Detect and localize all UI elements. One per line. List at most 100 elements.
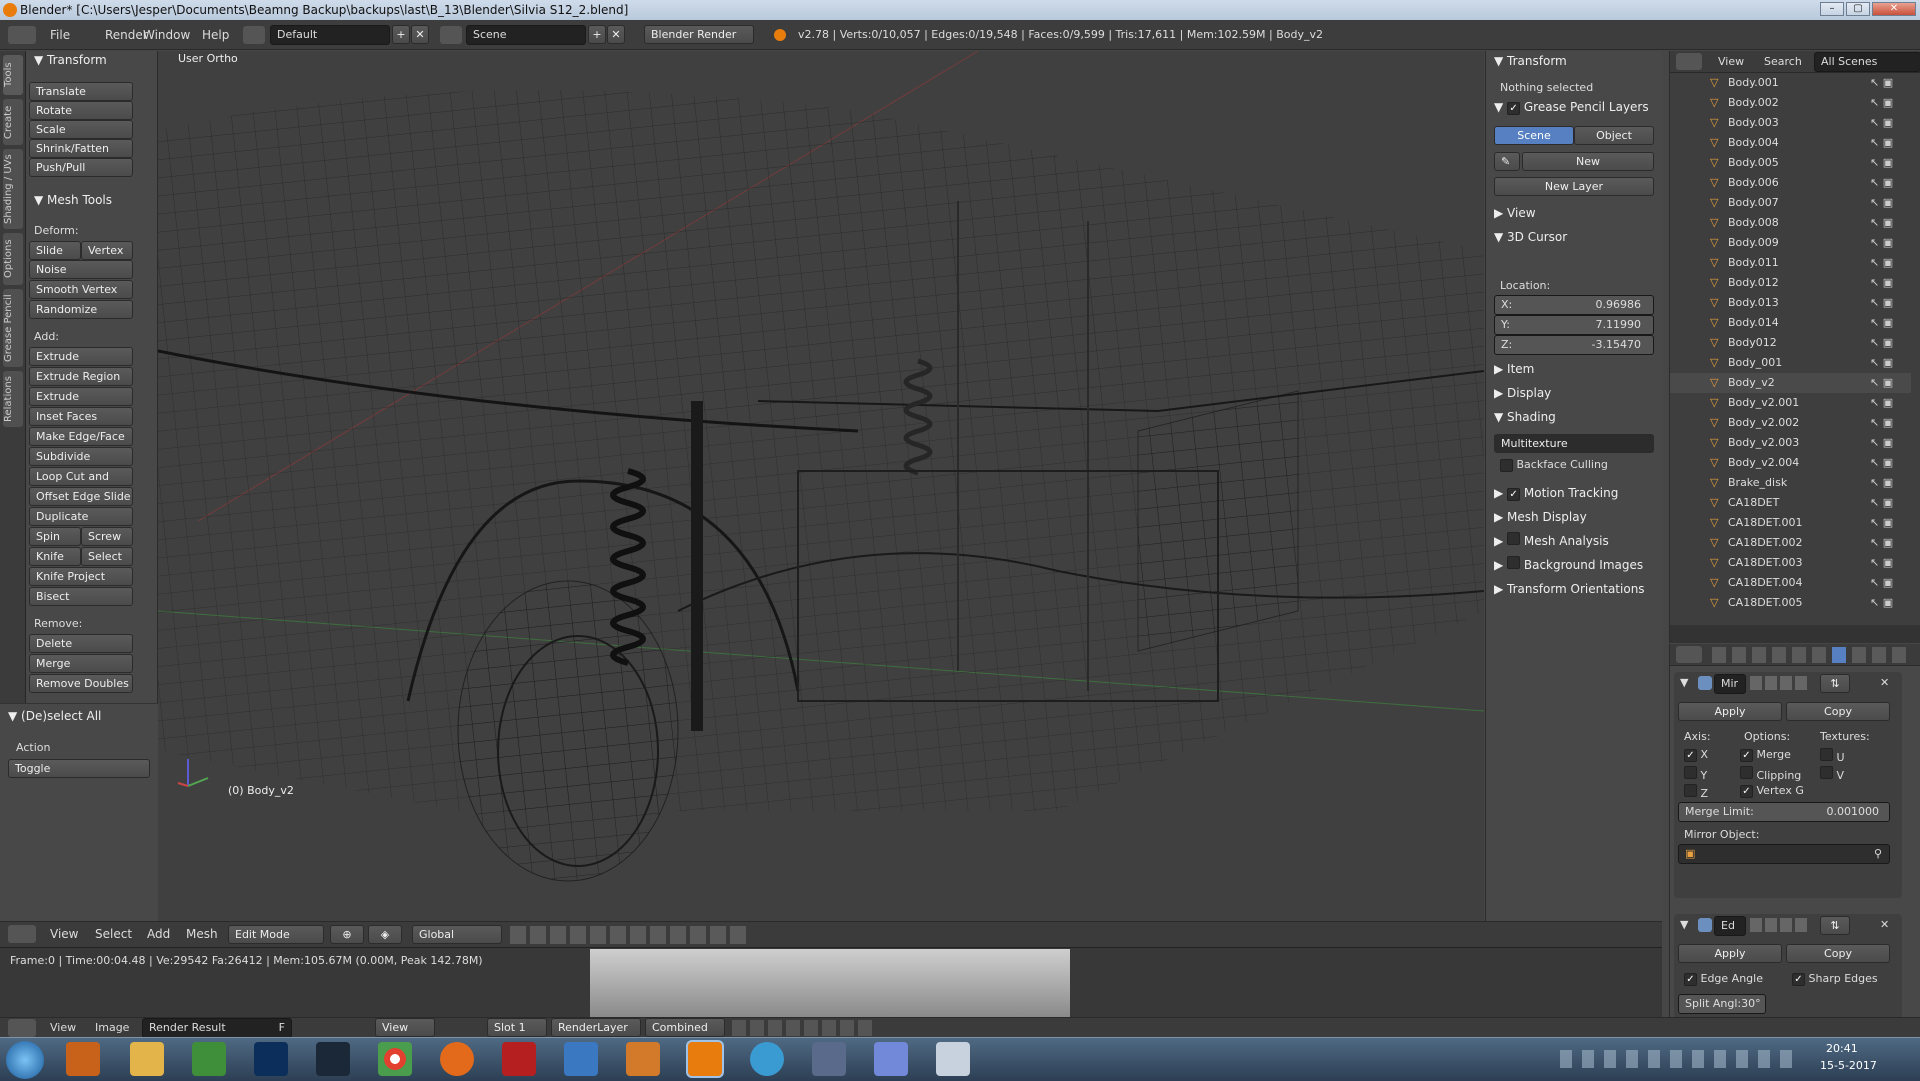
- outliner-item[interactable]: ▽ Body012 ↖ ▣: [1670, 333, 1911, 353]
- outliner-item[interactable]: ▽ Body.013 ↖ ▣: [1670, 293, 1911, 313]
- vertex-groups-checkbox[interactable]: ✓: [1740, 785, 1753, 798]
- slide-edge-button[interactable]: Slide Ed: [29, 241, 81, 274]
- outliner-item[interactable]: ▽ CA18DET.001 ↖ ▣: [1670, 513, 1911, 533]
- restrict-toggles-icon[interactable]: ↖ ▣: [1870, 153, 1893, 173]
- outliner-item[interactable]: ▽ Body_v2.004 ↖ ▣: [1670, 453, 1911, 473]
- editor-type-icon[interactable]: [8, 26, 36, 44]
- outliner-item[interactable]: ▽ Body_v2 ↖ ▣: [1670, 373, 1911, 393]
- screw-button[interactable]: Screw: [81, 527, 133, 546]
- edge-split-name-field[interactable]: Ed: [1714, 916, 1746, 936]
- fake-user-toggle[interactable]: F: [279, 1019, 285, 1037]
- cursor-z-field[interactable]: Z: -3.15470: [1494, 335, 1654, 355]
- mirror-expand-icon[interactable]: ▼: [1680, 676, 1688, 689]
- texture-v-checkbox[interactable]: [1820, 766, 1833, 779]
- action-select[interactable]: Toggle: [8, 759, 150, 778]
- outliner-item[interactable]: ▽ Body.012 ↖ ▣: [1670, 273, 1911, 293]
- duplicate-button[interactable]: Duplicate: [29, 507, 133, 526]
- restrict-toggles-icon[interactable]: ↖ ▣: [1870, 533, 1893, 553]
- axis-z-checkbox[interactable]: [1684, 784, 1697, 797]
- outliner-item[interactable]: ▽ Body.002 ↖ ▣: [1670, 93, 1911, 113]
- clock-time[interactable]: 20:41: [1826, 1042, 1858, 1055]
- browser-icon[interactable]: [750, 1042, 784, 1076]
- outliner-item[interactable]: ▽ Body.003 ↖ ▣: [1670, 113, 1911, 133]
- grease-pencil-header[interactable]: ▼ ✓ Grease Pencil Layers: [1494, 97, 1649, 117]
- restrict-toggles-icon[interactable]: ↖ ▣: [1870, 133, 1893, 153]
- sharp-edges-checkbox[interactable]: ✓: [1792, 973, 1805, 986]
- scene-field[interactable]: Scene: [466, 25, 586, 45]
- orientation-select[interactable]: Global: [412, 925, 502, 944]
- restrict-toggles-icon[interactable]: ↖ ▣: [1870, 473, 1893, 493]
- outliner-menu-search[interactable]: Search: [1764, 55, 1802, 68]
- outliner-menu-view[interactable]: View: [1718, 55, 1744, 68]
- steam-icon[interactable]: [316, 1042, 350, 1076]
- split-angle-field[interactable]: Split Angl:30°: [1678, 994, 1766, 1014]
- discord-icon[interactable]: [874, 1042, 908, 1076]
- restrict-toggles-icon[interactable]: ↖ ▣: [1870, 353, 1893, 373]
- mirror-object-field[interactable]: ▣: [1678, 844, 1890, 864]
- restrict-toggles-icon[interactable]: ↖ ▣: [1870, 573, 1893, 593]
- edge-split-apply-button[interactable]: Apply: [1678, 944, 1782, 963]
- randomize-button[interactable]: Randomize: [29, 300, 133, 319]
- extrude-menu[interactable]: Extrude: [29, 347, 133, 366]
- edge-split-move-icon[interactable]: ⇅: [1820, 916, 1850, 935]
- axis-x-checkbox[interactable]: ✓: [1684, 749, 1697, 762]
- knife-button[interactable]: Knife: [29, 547, 81, 566]
- edge-split-copy-button[interactable]: Copy: [1786, 944, 1890, 963]
- menu-help[interactable]: Help: [202, 20, 229, 50]
- loop-cut-button[interactable]: Loop Cut and Slide: [29, 467, 133, 500]
- remove-doubles-button[interactable]: Remove Doubles: [29, 674, 133, 693]
- 3d-viewport[interactable]: User Ortho (0) Body_v2: [158, 51, 1484, 921]
- acrobat-icon[interactable]: [502, 1042, 536, 1076]
- close-button[interactable]: ✕: [1872, 2, 1916, 16]
- channel-display-buttons[interactable]: [732, 1020, 872, 1036]
- mode-select[interactable]: Edit Mode: [228, 925, 324, 944]
- 3d-editor-type-icon[interactable]: [8, 925, 36, 943]
- image-menu-image[interactable]: Image: [95, 1021, 129, 1034]
- transform-orientations-header[interactable]: ▶ Transform Orientations: [1494, 579, 1645, 599]
- mesh-display-header[interactable]: ▶ Mesh Display: [1494, 507, 1587, 527]
- item-panel-header[interactable]: ▶ Item: [1494, 359, 1534, 379]
- restrict-toggles-icon[interactable]: ↖ ▣: [1870, 453, 1893, 473]
- outliner-item[interactable]: ▽ CA18DET.005 ↖ ▣: [1670, 593, 1911, 613]
- merge-option[interactable]: ✓ Merge: [1740, 748, 1791, 762]
- restrict-toggles-icon[interactable]: ↖ ▣: [1870, 113, 1893, 133]
- offset-edge-slide-button[interactable]: Offset Edge Slide: [29, 487, 133, 506]
- viewport-shading-select[interactable]: ⊕: [330, 925, 364, 944]
- properties-context-tabs[interactable]: [1712, 647, 1912, 663]
- gp-checkbox[interactable]: ✓: [1507, 102, 1521, 115]
- pencil-icon[interactable]: ✎: [1494, 152, 1520, 171]
- outliner-item[interactable]: ▽ Body_v2.003 ↖ ▣: [1670, 433, 1911, 453]
- outliner-scope-select[interactable]: All Scenes: [1814, 52, 1920, 72]
- view-panel-header[interactable]: ▶ View: [1494, 203, 1536, 223]
- restrict-toggles-icon[interactable]: ↖ ▣: [1870, 493, 1893, 513]
- mirror-remove-icon[interactable]: ✕: [1880, 676, 1889, 689]
- backface-checkbox[interactable]: [1500, 458, 1513, 472]
- outliner-item[interactable]: ▽ CA18DET.002 ↖ ▣: [1670, 533, 1911, 553]
- restrict-toggles-icon[interactable]: ↖ ▣: [1870, 253, 1893, 273]
- outliner-item[interactable]: ▽ Body.014 ↖ ▣: [1670, 313, 1911, 333]
- image-menu-view[interactable]: View: [50, 1021, 76, 1034]
- chrome-icon[interactable]: [378, 1042, 412, 1076]
- rotate-button[interactable]: Rotate: [29, 101, 133, 120]
- outliner-item[interactable]: ▽ Body_v2.002 ↖ ▣: [1670, 413, 1911, 433]
- file-explorer-icon[interactable]: [130, 1042, 164, 1076]
- outliner-item[interactable]: ▽ Body.004 ↖ ▣: [1670, 133, 1911, 153]
- system-tray-icons[interactable]: [1560, 1050, 1800, 1068]
- restrict-toggles-icon[interactable]: ↖ ▣: [1870, 373, 1893, 393]
- slide-vertex-button[interactable]: Vertex: [81, 241, 133, 260]
- outliner-item[interactable]: ▽ Body.007 ↖ ▣: [1670, 193, 1911, 213]
- transform-n-header[interactable]: ▼ Transform: [1494, 51, 1567, 71]
- background-images-header[interactable]: ▶ Background Images: [1494, 555, 1643, 575]
- axis-y-checkbox[interactable]: [1684, 766, 1697, 779]
- edge-angle-option[interactable]: ✓ Edge Angle: [1684, 972, 1763, 986]
- bisect-button[interactable]: Bisect: [29, 587, 133, 606]
- restrict-toggles-icon[interactable]: ↖ ▣: [1870, 93, 1893, 113]
- backface-culling-option[interactable]: Backface Culling: [1500, 458, 1608, 472]
- tab-tools[interactable]: Tools: [3, 55, 23, 95]
- mesh-tools-header[interactable]: ▼ Mesh Tools: [34, 193, 112, 207]
- outliner-item[interactable]: ▽ Brake_disk ↖ ▣: [1670, 473, 1911, 493]
- outliner-item[interactable]: ▽ Body_v2.001 ↖ ▣: [1670, 393, 1911, 413]
- spin-button[interactable]: Spin: [29, 527, 81, 546]
- edge-split-display-toggles[interactable]: [1750, 918, 1810, 932]
- knife-select-button[interactable]: Select: [81, 547, 133, 566]
